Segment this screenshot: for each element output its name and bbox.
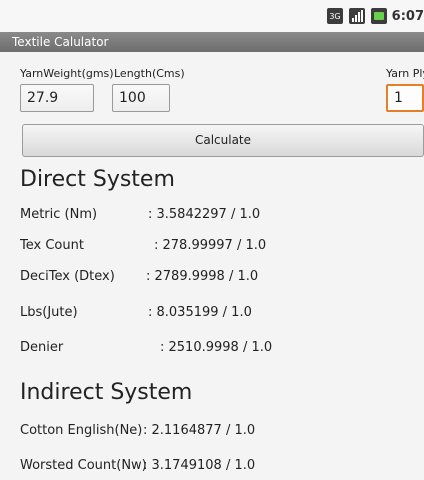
indirect-system-title: Indirect System [20, 380, 193, 405]
direct-system-title: Direct System [20, 167, 175, 192]
cotton-english-label: Cotton English(Ne) [20, 423, 143, 438]
app-title-bar: Textile Calulator [0, 32, 424, 52]
svg-text:3G: 3G [329, 12, 340, 21]
yarn-ply-label: Yarn Ply [386, 67, 424, 80]
app-title: Textile Calulator [12, 35, 109, 49]
calculate-button[interactable]: Calculate [22, 124, 424, 157]
signal-bars-icon [348, 8, 365, 24]
length-label: Length(Cms) [114, 67, 185, 80]
lbs-jute-label: Lbs(Jute) [20, 305, 78, 320]
lbs-jute-value: : 8.035199 / 1.0 [148, 305, 252, 320]
tex-count-value: : 278.99997 / 1.0 [154, 238, 267, 253]
denier-label: Denier [20, 340, 64, 355]
cotton-english-value: : 2.1164877 / 1.0 [143, 423, 256, 438]
yarn-weight-label: YarnWeight(gms) [20, 67, 114, 80]
tex-count-label: Tex Count [20, 238, 84, 253]
metric-nm-value: : 3.5842297 / 1.0 [148, 207, 261, 222]
worsted-count-label: Worsted Count(Nw) [20, 458, 147, 473]
battery-icon [370, 8, 387, 24]
decitex-value: : 2789.9998 / 1.0 [146, 269, 259, 284]
denier-value: : 2510.9998 / 1.0 [160, 340, 273, 355]
status-bar: 3G 6:07 [0, 0, 424, 32]
yarn-ply-input[interactable]: 1 [386, 84, 424, 112]
metric-nm-label: Metric (Nm) [20, 207, 98, 222]
decitex-label: DeciTex (Dtex) [20, 269, 115, 284]
worsted-count-value: : 3.1749108 / 1.0 [143, 458, 256, 473]
network-3g-icon: 3G [326, 8, 343, 24]
yarn-weight-input[interactable]: 27.9 [20, 84, 94, 112]
length-input[interactable]: 100 [112, 84, 170, 112]
status-time: 6:07 [391, 8, 424, 24]
status-icons: 3G 6:07 [326, 6, 424, 26]
